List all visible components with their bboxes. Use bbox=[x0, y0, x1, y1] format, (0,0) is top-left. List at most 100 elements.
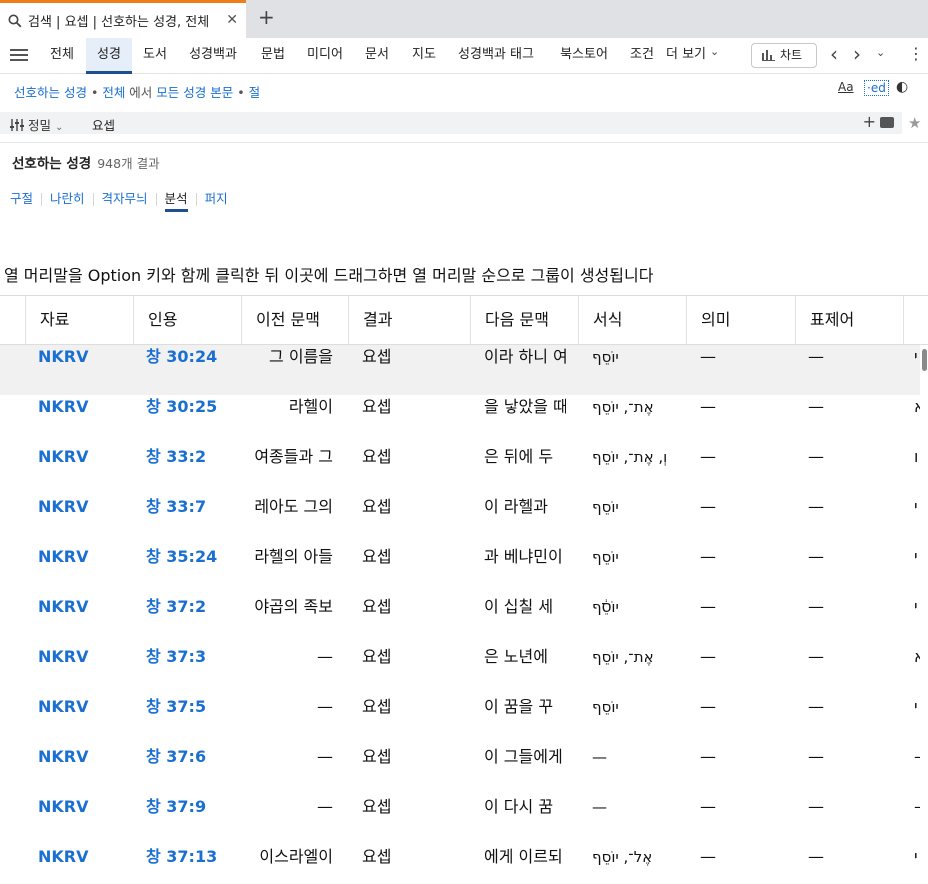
reference-cell[interactable]: 창 37:3 bbox=[146, 645, 238, 695]
column-header-preceding-context[interactable]: 이전 문맥 bbox=[242, 296, 349, 344]
following-context-cell: 은 뒤에 두 bbox=[484, 447, 554, 466]
nav-item-maps[interactable]: 지도 bbox=[402, 38, 446, 74]
search-input[interactable]: 요셉 bbox=[92, 115, 115, 134]
favorite-star-icon[interactable]: ★ bbox=[908, 114, 921, 132]
table-row[interactable]: NKRV 창 30:24 그 이름을 요셉 이라 하니 여 יוֹסֵף — — י bbox=[0, 345, 920, 395]
resource-cell[interactable]: NKRV bbox=[38, 645, 128, 695]
tab-fuzzy[interactable]: 퍼지 bbox=[205, 188, 228, 207]
column-header-result[interactable]: 결과 bbox=[349, 296, 471, 344]
tab-analysis[interactable]: 분석 bbox=[164, 188, 188, 212]
form-cell: וְ, אֶת־, יוֹסֵף bbox=[592, 448, 668, 466]
nav-item-more[interactable]: 더 보기 bbox=[664, 38, 708, 74]
nav-item-factbook-tags[interactable]: 성경백과 태그 bbox=[448, 38, 544, 74]
reference-cell[interactable]: 창 37:2 bbox=[146, 595, 238, 645]
nav-item-bookstore[interactable]: 북스토어 bbox=[548, 38, 620, 74]
form-cell: יוֹסֵף bbox=[592, 548, 619, 566]
table-row[interactable]: NKRV 창 30:25 라헬이 요셉 을 낳았을 때 אֶת־, יוֹסֵף — — א bbox=[0, 395, 920, 445]
chevron-right-icon[interactable]: › bbox=[853, 42, 861, 66]
close-tab-icon[interactable]: ✕ bbox=[226, 12, 238, 28]
font-size-icon[interactable]: Aa bbox=[838, 80, 854, 94]
table-row[interactable]: NKRV 창 37:5— 요셉 이 꿈을 꾸 יוֹסֵף — — י bbox=[0, 695, 920, 745]
following-context-cell: 이 꿈을 꾸 bbox=[484, 697, 554, 716]
nav-item-grammar[interactable]: 문법 bbox=[250, 38, 296, 74]
column-header-lemma[interactable]: 표제어 bbox=[796, 296, 904, 344]
new-tab-button[interactable]: + bbox=[258, 7, 275, 27]
table-row[interactable]: NKRV 창 37:2 야곱의 족보 요셉 이 십칠 세 יוֹסֵ֔ף — — י bbox=[0, 595, 920, 645]
table-row[interactable]: NKRV창 37:9—요셉이 다시 꿈———— bbox=[0, 795, 920, 845]
column-header-resource[interactable]: 자료 bbox=[26, 296, 134, 344]
kebab-menu-icon[interactable]: ⋮ bbox=[908, 44, 924, 63]
group-by-drop-zone[interactable]: 열 머리말을 Option 키와 함께 클릭한 뒤 이곳에 드래그하면 열 머리… bbox=[4, 262, 653, 286]
preceding-context-cell: 이스라엘이 bbox=[259, 847, 333, 866]
column-header-form[interactable]: 서식 bbox=[579, 296, 687, 344]
resource-cell[interactable]: NKRV bbox=[38, 445, 128, 495]
reference-cell[interactable]: 창 33:2 bbox=[146, 445, 238, 495]
chart-button[interactable]: 차트 bbox=[751, 43, 817, 68]
preceding-context-cell: 레아도 그의 bbox=[254, 497, 333, 516]
resource-cell[interactable]: NKRV bbox=[38, 695, 128, 745]
preceding-context-cell: — bbox=[317, 747, 333, 766]
reference-cell[interactable]: 창 37:9 bbox=[146, 795, 238, 845]
search-type-label: 정밀 bbox=[27, 118, 51, 133]
scope-range-link[interactable]: 전체 bbox=[102, 85, 125, 100]
following-context-cell: 을 낳았을 때 bbox=[484, 397, 566, 416]
resource-cell[interactable]: NKRV bbox=[38, 595, 128, 645]
scope-bible-link[interactable]: 선호하는 성경 bbox=[14, 85, 87, 100]
table-row[interactable]: NKRV 창 37:13 이스라엘이 요셉 에게 이르되 אֶל־, יוֹסֵף — — י bbox=[0, 845, 920, 884]
tab-verses[interactable]: 구절 bbox=[10, 188, 33, 207]
following-context-cell: 이 그들에게 bbox=[484, 747, 563, 766]
nav-item-factbook[interactable]: 성경백과 bbox=[178, 38, 248, 74]
resource-cell[interactable]: NKRV bbox=[38, 745, 128, 795]
more-chevron-down-icon[interactable]: ⌄ bbox=[710, 45, 719, 58]
reference-cell[interactable]: 창 33:7 bbox=[146, 495, 238, 545]
preceding-context-cell: 여종들과 그 bbox=[254, 447, 333, 466]
resource-cell[interactable]: NKRV bbox=[38, 795, 128, 845]
chevron-left-icon[interactable]: ‹ bbox=[830, 42, 838, 66]
table-row[interactable]: NKRV 창 33:2 여종들과 그 요셉 은 뒤에 두 וְ, אֶת־, יוֹסֵ… bbox=[0, 445, 920, 495]
resource-cell[interactable]: NKRV bbox=[38, 395, 128, 445]
history-chevron-down-icon[interactable]: ⌄ bbox=[876, 46, 885, 59]
theme-icon[interactable]: ◐ bbox=[896, 79, 908, 95]
column-header-sense[interactable]: 의미 bbox=[687, 296, 796, 344]
nav-item-books[interactable]: 도서 bbox=[134, 38, 176, 74]
reference-cell[interactable]: 창 37:5 bbox=[146, 695, 238, 745]
following-context-cell: 과 베냐민이 bbox=[484, 547, 563, 566]
scrollbar-thumb[interactable] bbox=[922, 349, 927, 371]
preceding-context-cell: 라헬이 bbox=[288, 397, 333, 416]
table-row[interactable]: NKRV창 37:6—요셉이 그들에게———— bbox=[0, 745, 920, 795]
search-type-dropdown[interactable]: 정밀 ⌄ bbox=[10, 115, 63, 134]
menu-icon[interactable] bbox=[10, 46, 28, 64]
resource-cell[interactable]: NKRV bbox=[38, 495, 128, 545]
lemma-cell: — bbox=[808, 397, 824, 416]
keyboard-icon[interactable] bbox=[880, 117, 894, 128]
column-header-reference[interactable]: 인용 bbox=[134, 296, 242, 344]
table-row[interactable]: NKRV 창 37:3— 요셉 은 노년에 אֶת־, יוֹסֵף — — א bbox=[0, 645, 920, 695]
reference-cell[interactable]: 창 35:24 bbox=[146, 545, 238, 595]
vertical-scrollbar[interactable] bbox=[920, 345, 928, 884]
tab-side-by-side[interactable]: 나란히 bbox=[50, 188, 85, 207]
nav-item-documents[interactable]: 문서 bbox=[354, 38, 400, 74]
reference-cell[interactable]: 창 37:13 bbox=[146, 845, 238, 884]
nav-item-media[interactable]: 미디어 bbox=[298, 38, 352, 74]
tab-grid[interactable]: 격자무늬 bbox=[102, 188, 148, 207]
nav-item-bible[interactable]: 성경 bbox=[86, 38, 132, 74]
nav-item-all[interactable]: 전체 bbox=[40, 38, 84, 74]
nav-item-conditions[interactable]: 조건 bbox=[622, 38, 662, 74]
add-search-icon[interactable]: + bbox=[863, 112, 876, 131]
resource-cell[interactable]: NKRV bbox=[38, 345, 128, 395]
table-row[interactable]: NKRV 창 33:7 레아도 그의 요셉 이 라헬과 יוֹסֵף — — י bbox=[0, 495, 920, 545]
column-header-following-context[interactable]: 다음 문맥 bbox=[471, 296, 579, 344]
search-scope: 선호하는 성경 • 전체 에서 모든 성경 본문 • 절 bbox=[14, 82, 260, 104]
lemma-cell: — bbox=[808, 547, 824, 566]
reference-cell[interactable]: 창 30:24 bbox=[146, 345, 238, 395]
table-row[interactable]: NKRV 창 35:24 라헬의 아들 요셉 과 베냐민이 יוֹסֵף — — י bbox=[0, 545, 920, 595]
scope-field-link[interactable]: 모든 성경 본문 bbox=[156, 85, 233, 100]
scope-unit-link[interactable]: 절 bbox=[249, 85, 261, 100]
resource-cell[interactable]: NKRV bbox=[38, 845, 128, 884]
reference-cell[interactable]: 창 30:25 bbox=[146, 395, 238, 445]
resource-cell[interactable]: NKRV bbox=[38, 545, 128, 595]
edit-toggle-icon[interactable]: ·ed bbox=[864, 80, 889, 96]
reference-cell[interactable]: 창 37:6 bbox=[146, 745, 238, 795]
row-marker-column-header bbox=[0, 296, 26, 344]
active-tab[interactable]: 검색 | 요셉 | 선호하는 성경, 전체 ✕ bbox=[0, 0, 246, 38]
